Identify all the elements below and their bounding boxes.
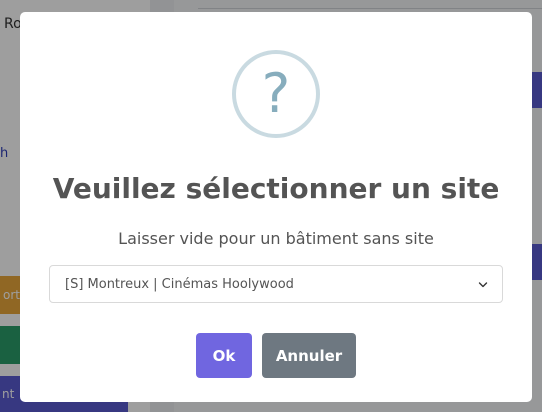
question-icon: ? (232, 50, 320, 138)
question-mark-glyph: ? (261, 62, 291, 125)
chevron-down-icon (478, 282, 488, 288)
cancel-button[interactable]: Annuler (262, 333, 356, 378)
site-select-value: [S] Montreux | Cinémas Hoolywood (65, 276, 294, 292)
dialog-title: Veuillez sélectionner un site (52, 172, 500, 205)
dialog-subtitle: Laisser vide pour un bâtiment sans site (118, 229, 434, 248)
ok-button[interactable]: Ok (196, 333, 252, 378)
site-selection-dialog: ? Veuillez sélectionner un site Laisser … (20, 12, 532, 402)
site-select[interactable]: [S] Montreux | Cinémas Hoolywood (49, 265, 503, 303)
